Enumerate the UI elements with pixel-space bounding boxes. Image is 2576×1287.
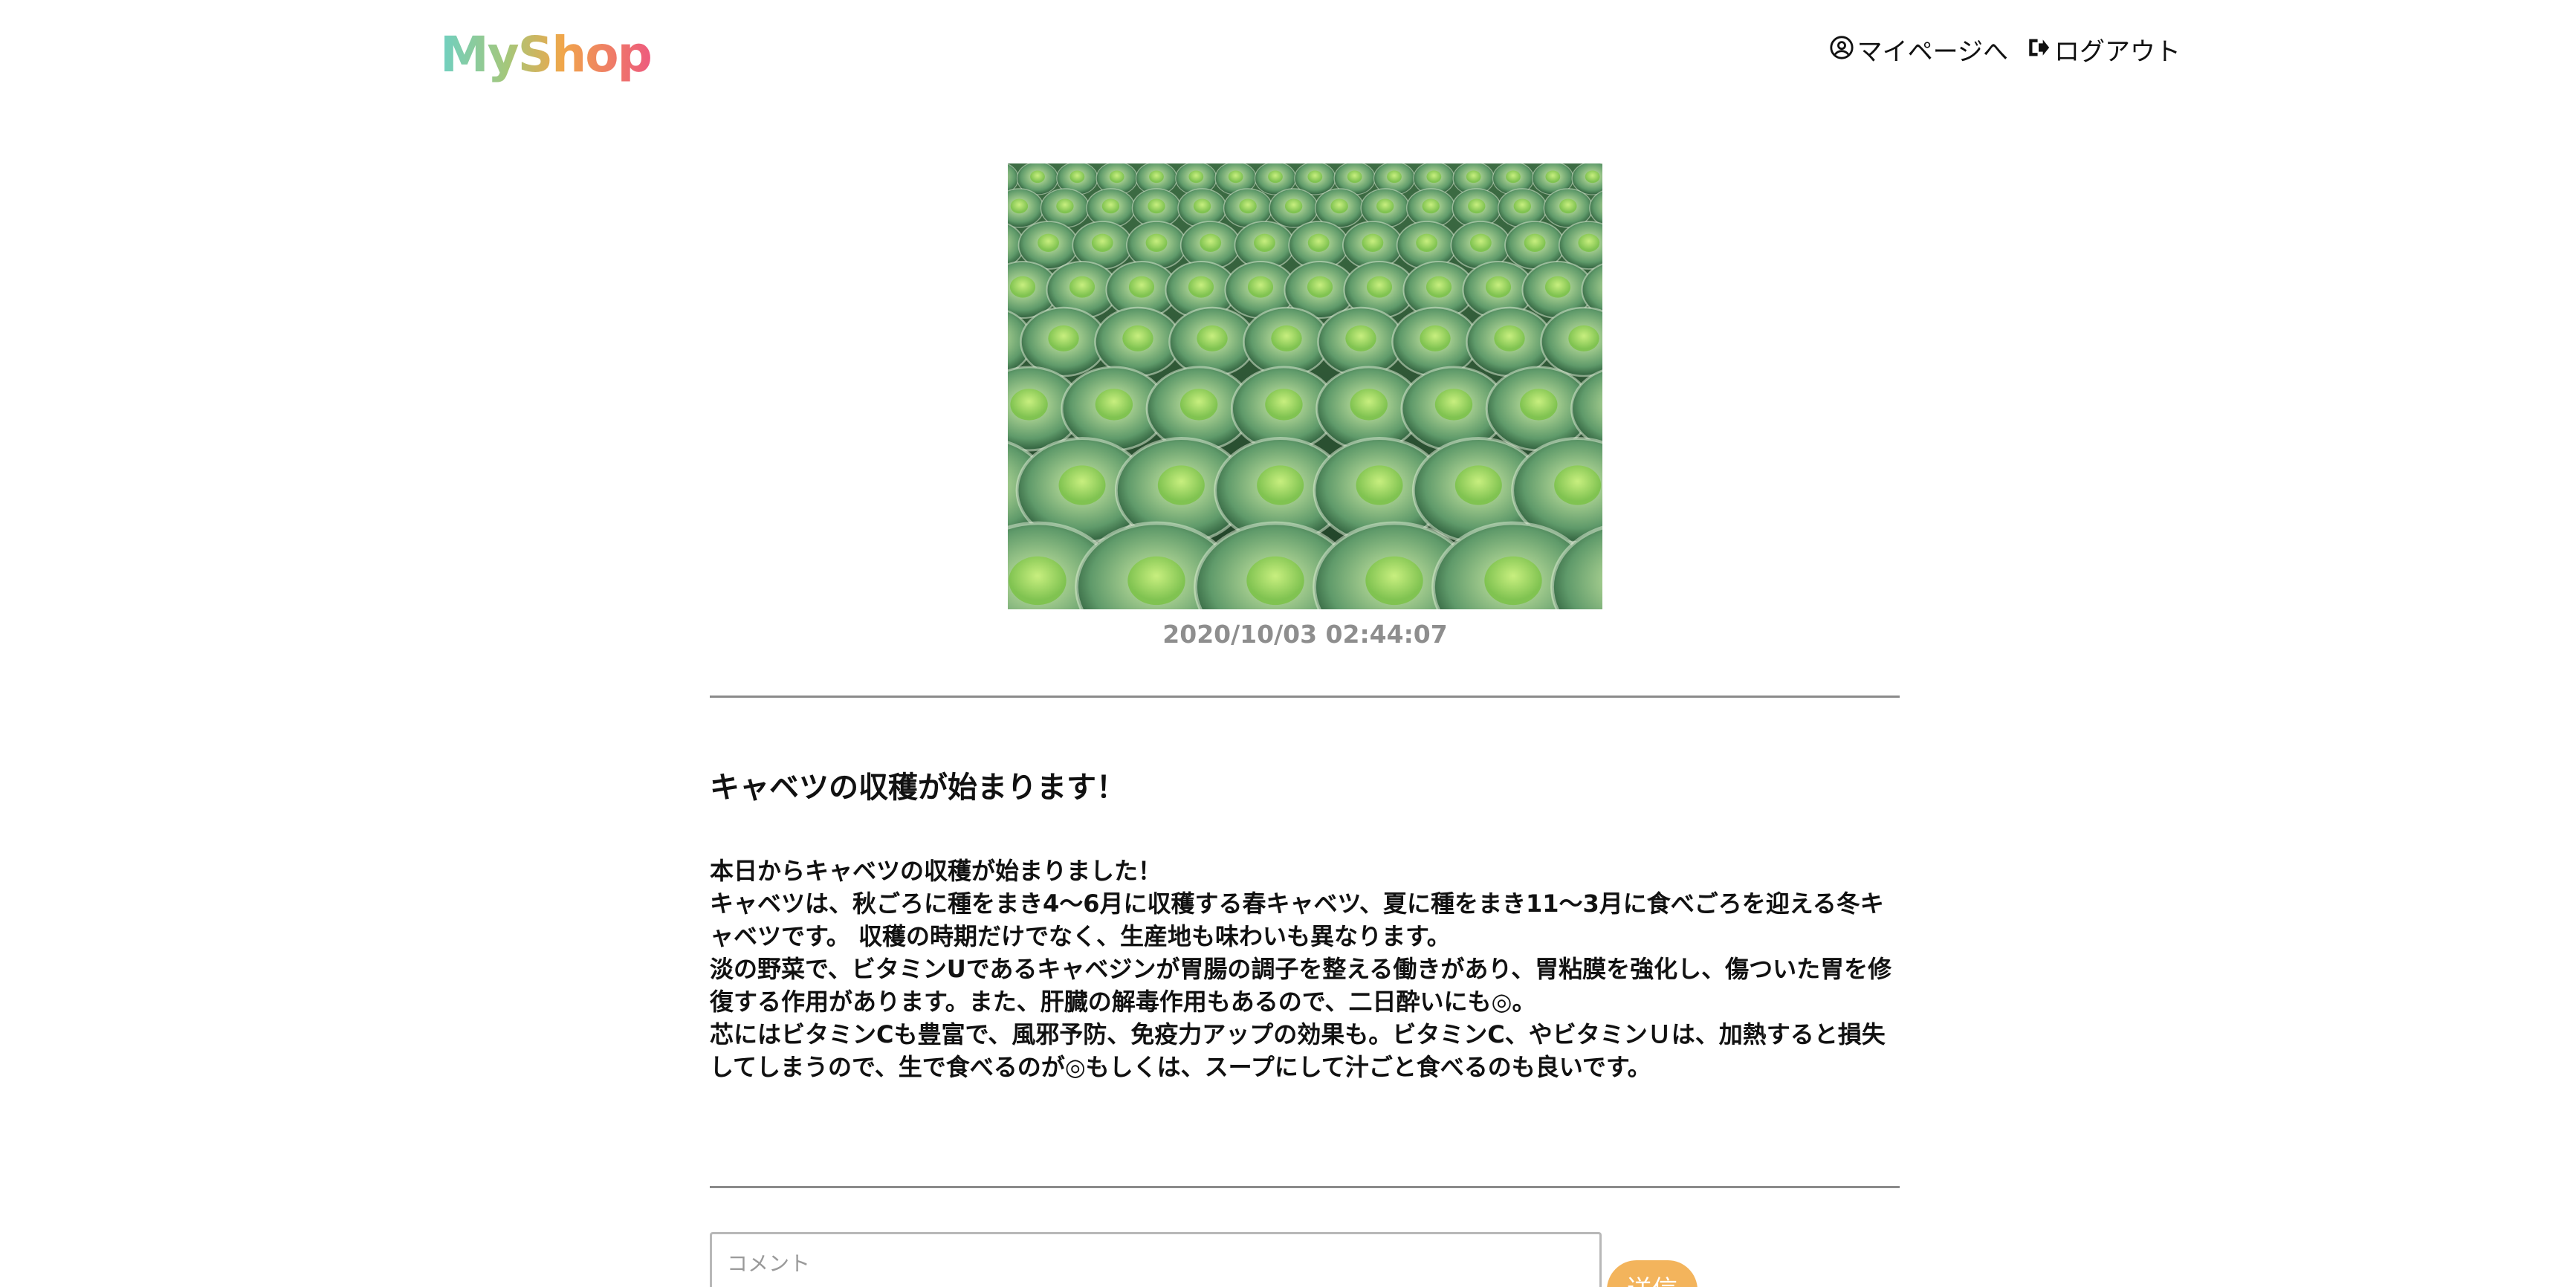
cabbage-field-image <box>1008 163 1602 609</box>
mypage-link[interactable]: マイページへ <box>1829 31 2008 73</box>
logout-label: ログアウト <box>2054 37 2181 67</box>
logo[interactable]: MyShop <box>440 18 653 92</box>
post-title: キャベツの収穫が始まります！ <box>710 771 1126 805</box>
post-date: 2020/10/03 02:44:07 <box>1162 620 1448 649</box>
logout-link[interactable]: ログアウト <box>2026 31 2181 73</box>
post-paragraph: 芯にはビタミンCも豊富で、風邪予防、免疫力アップの効果も。ビタミンC、やビタミン… <box>710 1020 1886 1081</box>
post-body: 本日からキャベツの収穫が始まりました！ キャベツは、秋ごろに種をまき4〜6月に収… <box>710 855 1900 1083</box>
post-paragraph: 淡の野菜で、ビタミンUであるキャベジンが胃腸の調子を整える働きがあり、胃粘膜を強… <box>710 955 1892 1016</box>
post-photo <box>1008 163 1602 609</box>
post-paragraph: キャベツは、秋ごろに種をまき4〜6月に収穫する春キャベツ、夏に種をまき11〜3月… <box>710 889 1884 950</box>
page: MyShop マイページへ ログアウト 2020/10/03 02:44:07 … <box>0 0 2576 1287</box>
header-nav: マイページへ ログアウト <box>1829 31 2181 73</box>
user-circle-icon <box>1829 31 1854 73</box>
send-button[interactable]: 送信 <box>1607 1260 1698 1287</box>
divider-top <box>710 696 1900 698</box>
comment-input[interactable] <box>710 1232 1602 1287</box>
divider-bottom <box>710 1186 1900 1188</box>
post-paragraph: 本日からキャベツの収穫が始まりました！ <box>710 857 1162 885</box>
sign-out-icon <box>2026 31 2051 73</box>
mypage-label: マイページへ <box>1857 37 2008 67</box>
